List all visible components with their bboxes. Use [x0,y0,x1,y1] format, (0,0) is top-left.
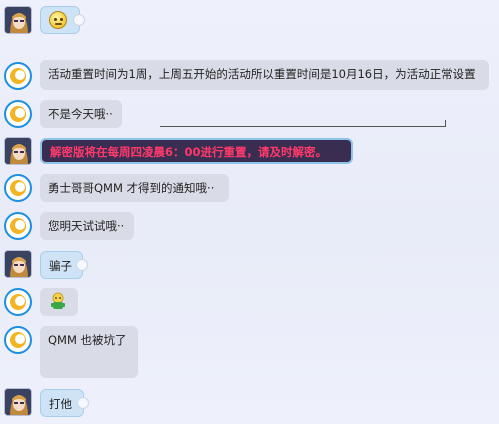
user-avatar[interactable] [4,6,32,34]
confused-face-emoji [49,11,67,29]
user-avatar[interactable] [4,250,32,278]
message-row [0,6,499,36]
qq-avatar[interactable] [4,212,32,240]
message-row: 您明天试试哦·· [0,212,499,242]
separator-line [160,120,446,127]
qq-avatar[interactable] [4,288,32,316]
message-row: QMM 也被坑了 [0,326,499,378]
user-avatar[interactable] [4,388,32,416]
message-bubble: 打他 [40,389,88,417]
message-bubble: 活动重置时间为1周，上周五开始的活动所以重置时间是10月16日，为活动正常设置 [40,60,489,90]
message-row: 打他 [0,388,499,418]
message-row: 勇士哥哥QMM 才得到的通知哦·· [0,174,499,204]
message-bubble: QMM 也被坑了 [40,326,138,378]
message-row [0,288,499,318]
message-bubble [40,6,84,34]
message-bubble: 不是今天哦·· [40,100,122,128]
message-row: 活动重置时间为1周，上周五开始的活动所以重置时间是10月16日，为活动正常设置 [0,60,499,92]
message-bubble [40,288,78,316]
qq-avatar[interactable] [4,100,32,128]
qq-avatar[interactable] [4,174,32,202]
message-bubble: 骗子 [40,251,87,279]
message-bubble: 您明天试试哦·· [40,212,134,240]
green-doll-emoji [51,292,65,309]
qq-avatar[interactable] [4,326,32,354]
qq-avatar[interactable] [4,62,32,90]
user-avatar[interactable] [4,137,32,165]
message-row: 骗子 [0,250,499,281]
message-bubble-highlight: 解密版将在每周四凌晨6：00进行重置，请及时解密。 [40,138,353,164]
message-bubble: 勇士哥哥QMM 才得到的通知哦·· [40,174,229,202]
message-row: 解密版将在每周四凌晨6：00进行重置，请及时解密。 [0,137,499,166]
